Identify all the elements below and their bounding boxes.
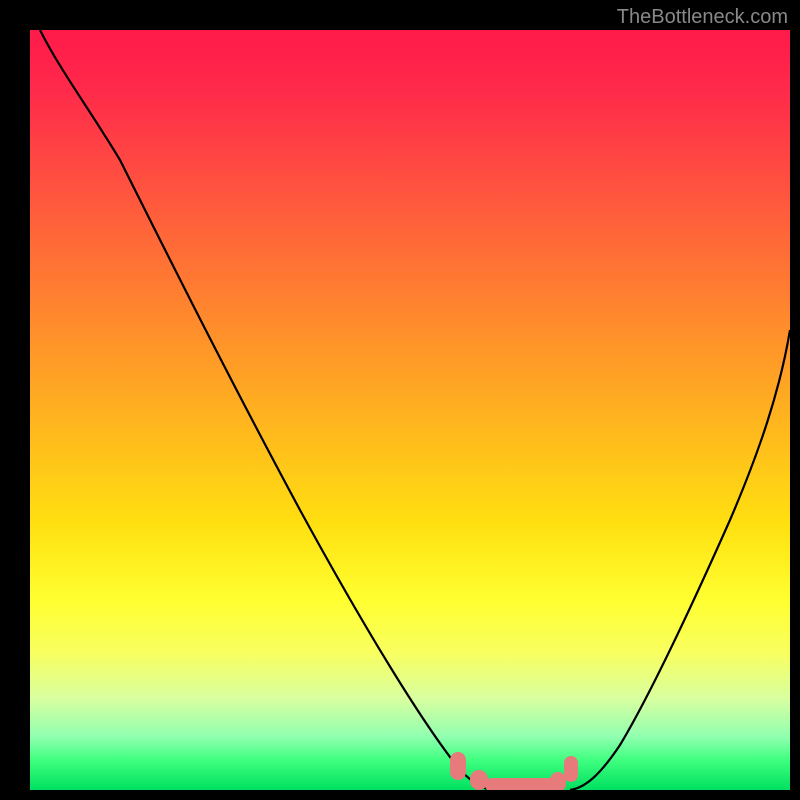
valley-markers xyxy=(450,752,578,790)
right-curve xyxy=(570,330,790,790)
plot-area xyxy=(30,30,790,790)
curve-layer xyxy=(30,30,790,790)
left-curve xyxy=(40,30,495,790)
watermark-text: TheBottleneck.com xyxy=(617,6,788,29)
